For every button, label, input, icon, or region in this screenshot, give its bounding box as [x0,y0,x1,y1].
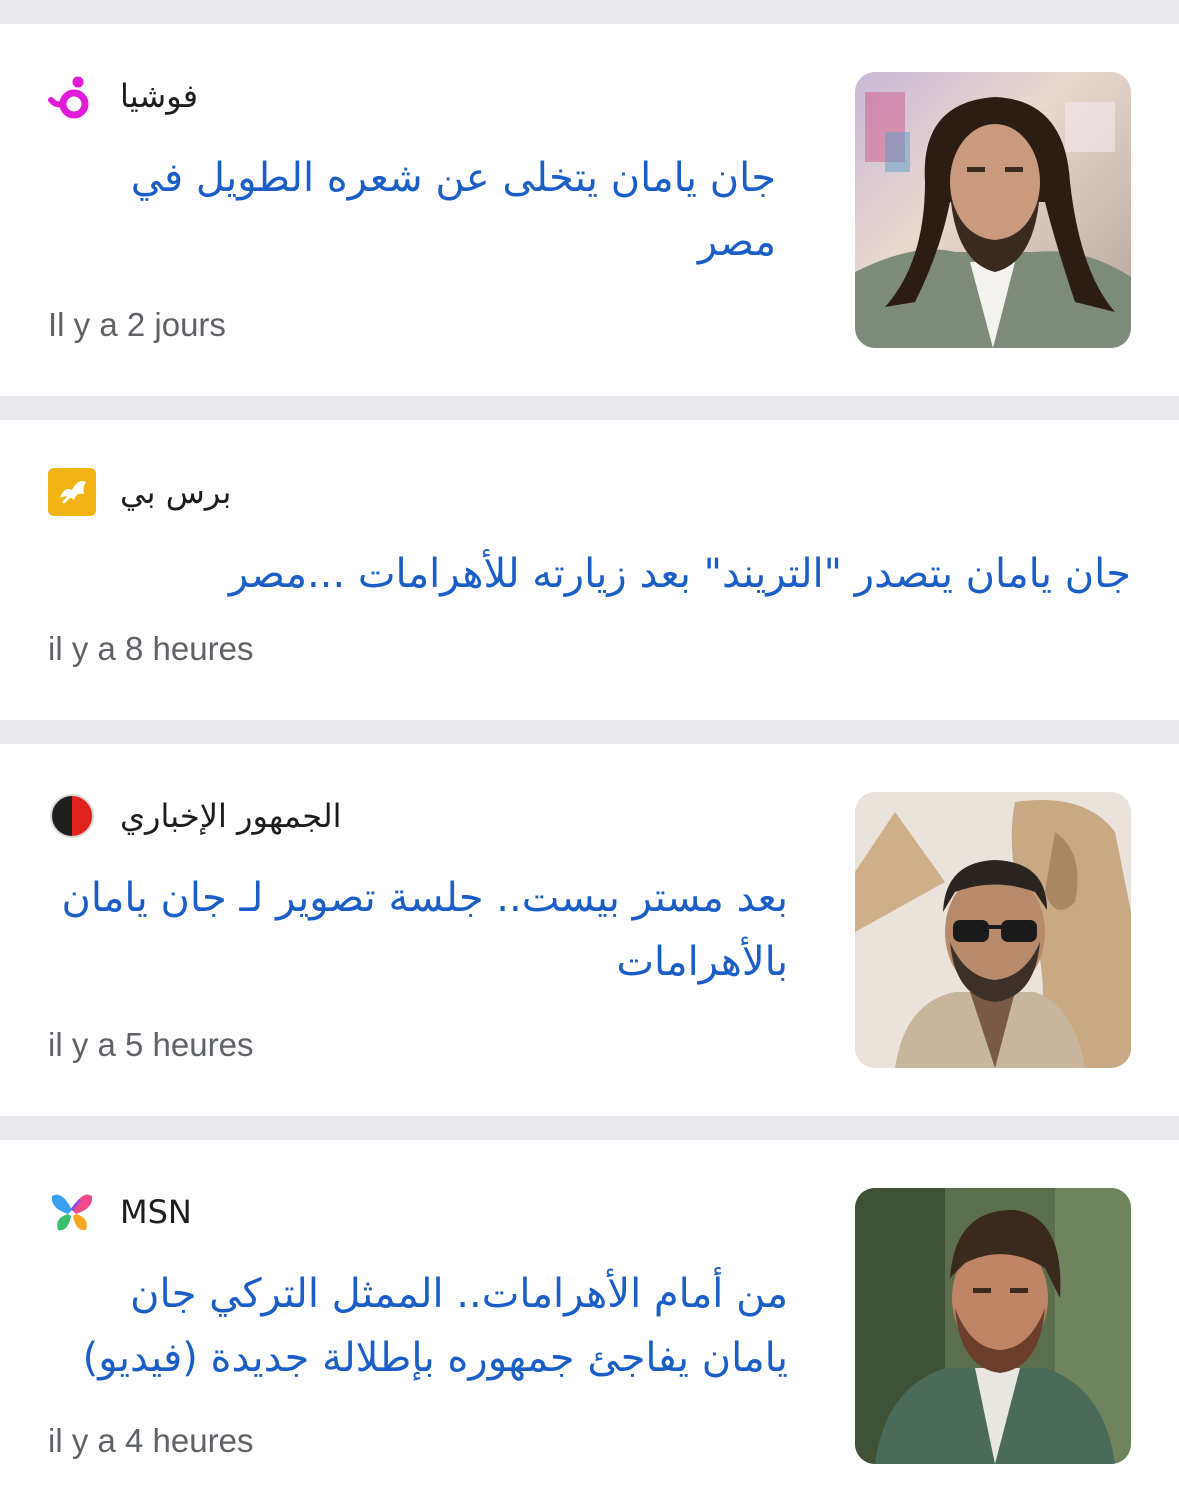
timestamp: il y a 4 heures [48,1422,254,1459]
source-row: الجمهور الإخباري [48,791,342,841]
source-row: فوشيا [48,71,198,121]
headline-link[interactable]: جان يامان يتصدر "التريند" بعد زيارته للأ… [48,542,1131,606]
headline-link[interactable]: بعد مستر بيست.. جلسة تصوير لـ جان يامان … [48,866,788,994]
source-name: فوشيا [120,77,199,115]
source-row: برس بي [48,467,231,517]
source-name: الجمهور الإخباري [120,797,342,835]
article-thumbnail[interactable] [855,1188,1131,1464]
man-sunglasses-sphinx-photo [855,792,1131,1068]
man-green-jacket-photo [855,1188,1131,1464]
timestamp: il y a 8 heures [48,630,254,667]
source-row: MSN [48,1187,192,1237]
news-card[interactable]: برس بي جان يامان يتصدر "التريند" بعد زيا… [0,420,1179,720]
aljumhour-logo-icon [50,794,94,838]
timestamp: Il y a 2 jours [48,306,226,343]
news-card[interactable]: فوشيا جان يامان يتخلى عن شعره الطويل في … [0,24,1179,396]
press-bee-logo-icon [48,468,96,516]
msn-butterfly-logo-icon [51,1194,93,1231]
article-thumbnail[interactable] [855,72,1131,348]
news-card[interactable]: الجمهور الإخباري بعد مستر بيست.. جلسة تص… [0,744,1179,1116]
source-name: MSN [120,1193,192,1231]
timestamp: il y a 5 heures [48,1026,254,1063]
source-name: برس بي [120,473,232,511]
article-thumbnail[interactable] [855,792,1131,1068]
fuchsia-logo-icon [48,76,89,119]
news-card[interactable]: MSN من أمام الأهرامات.. الممثل التركي جا… [0,1140,1179,1506]
man-long-hair-photo [855,72,1131,348]
headline-link[interactable]: جان يامان يتخلى عن شعره الطويل في مصر [48,146,776,274]
headline-link[interactable]: من أمام الأهرامات.. الممثل التركي جان يا… [48,1262,788,1390]
